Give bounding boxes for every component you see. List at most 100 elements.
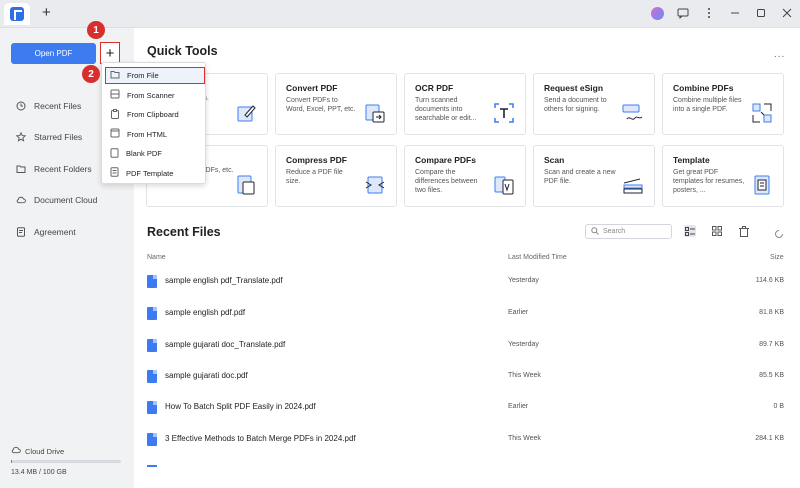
app-tab[interactable] xyxy=(4,3,30,25)
tool-card-scan[interactable]: Scan Scan and create a new PDF file. xyxy=(533,145,655,207)
avatar-icon[interactable] xyxy=(651,6,664,20)
file-name: sample gujarati doc.pdf xyxy=(165,371,248,380)
create-pdf-dropdown-menu: From File From Scanner From Clipboard Fr… xyxy=(101,62,206,184)
card-title: Compare PDFs xyxy=(415,155,476,165)
new-tab-button[interactable]: + xyxy=(42,5,51,21)
tool-card-request-esign[interactable]: Request eSign Send a document to others … xyxy=(533,73,655,135)
file-size: 284.1 KB xyxy=(755,435,784,442)
compress-icon xyxy=(364,174,386,196)
scanner-icon xyxy=(110,89,120,101)
folder-icon xyxy=(16,164,26,174)
pdf-file-icon xyxy=(147,339,157,352)
pdf-file-icon xyxy=(147,370,157,383)
menu-item-from-clipboard[interactable]: From Clipboard xyxy=(106,106,203,123)
maximize-icon[interactable] xyxy=(754,6,768,20)
tool-card-compress-pdf[interactable]: Compress PDF Reduce a PDF file size. xyxy=(275,145,397,207)
table-row[interactable]: sample gujarati doc_Translate.pdf Yester… xyxy=(147,336,787,356)
table-row[interactable]: 3 Effective Methods to Batch Merge PDFs … xyxy=(147,430,787,450)
grid-view-icon[interactable] xyxy=(711,225,723,237)
menu-item-from-html[interactable]: From HTML xyxy=(106,126,203,143)
table-row[interactable]: sample english pdf_Translate.pdf Yesterd… xyxy=(147,272,787,292)
html-icon xyxy=(110,128,120,140)
tool-card-ocr-pdf[interactable]: OCR PDF Turn scanned documents into sear… xyxy=(404,73,526,135)
file-modified-time: Earlier xyxy=(508,403,529,410)
storage-usage-text: 13.4 MB / 100 GB xyxy=(11,469,67,476)
search-input[interactable]: Search xyxy=(585,224,672,239)
file-name: 3 Effective Methods to Batch Merge PDFs … xyxy=(165,434,356,443)
tool-card-convert-pdf[interactable]: Convert PDF Convert PDFs to Word, Excel,… xyxy=(275,73,397,135)
file-size: 81.8 KB xyxy=(759,309,784,316)
pdf-file-icon xyxy=(147,433,157,446)
delete-icon[interactable] xyxy=(738,225,750,237)
file-name: sample gujarati doc_Translate.pdf xyxy=(165,340,286,349)
close-icon[interactable] xyxy=(780,6,794,20)
table-row[interactable]: How To Batch Split PDF Easily in 2024.pd… xyxy=(147,398,787,418)
step-badge-2: 2 xyxy=(82,65,100,83)
star-icon xyxy=(16,132,26,142)
tool-card-compare-pdfs[interactable]: Compare PDFs Compare the differences bet… xyxy=(404,145,526,207)
list-view-icon[interactable] xyxy=(684,225,696,237)
sidebar-item-label: Document Cloud xyxy=(34,195,98,206)
menu-item-from-scanner[interactable]: From Scanner xyxy=(106,87,203,104)
card-title: Scan xyxy=(544,155,565,165)
open-pdf-button[interactable]: Open PDF xyxy=(11,43,96,64)
chat-icon[interactable] xyxy=(676,6,690,20)
template-icon xyxy=(110,167,119,179)
column-header-time[interactable]: Last Modified Time xyxy=(508,254,567,261)
pdf-file-icon xyxy=(147,307,157,320)
sidebar-item-label: Recent Folders xyxy=(34,163,92,174)
menu-item-pdf-template[interactable]: PDF Template xyxy=(106,165,203,182)
table-row[interactable]: sample english pdf.pdf Earlier 81.8 KB xyxy=(147,304,787,324)
more-icon[interactable] xyxy=(702,6,716,20)
sidebar-item-label: Recent Files xyxy=(34,100,82,111)
menu-item-label: PDF Template xyxy=(126,168,174,178)
sidebar-item-agreement[interactable]: Agreement xyxy=(0,216,134,248)
refresh-icon[interactable] xyxy=(774,226,784,244)
clock-icon xyxy=(16,101,26,111)
card-title: Request eSign xyxy=(544,83,604,93)
cloud-drive[interactable]: Cloud Drive xyxy=(11,446,64,456)
column-header-size[interactable]: Size xyxy=(770,254,784,261)
sidebar-item-label: Starred Files xyxy=(34,132,83,143)
cloud-icon xyxy=(11,446,21,456)
file-modified-time: This Week xyxy=(508,435,541,442)
esign-icon xyxy=(622,102,644,124)
card-desc: Reduce a PDF file size. xyxy=(286,169,343,185)
quick-tools-title: Quick Tools xyxy=(147,44,218,58)
cloud-drive-label: Cloud Drive xyxy=(25,446,65,456)
minimize-icon[interactable] xyxy=(728,6,742,20)
menu-item-label: From File xyxy=(127,71,159,80)
tool-card-template[interactable]: Template Get great PDF templates for res… xyxy=(662,145,784,207)
file-name: sample english pdf_Translate.pdf xyxy=(165,276,283,285)
file-name: sample english pdf.pdf xyxy=(165,308,246,317)
table-row[interactable]: sample gujarati doc.pdf This Week 85.5 K… xyxy=(147,367,787,387)
menu-item-label: From HTML xyxy=(127,129,167,139)
card-title: Compress PDF xyxy=(286,155,347,165)
search-placeholder: Search xyxy=(603,228,626,235)
menu-item-label: From Scanner xyxy=(127,90,175,100)
file-size: 0 B xyxy=(773,403,784,410)
sidebar-item-document-cloud[interactable]: Document Cloud xyxy=(0,185,134,217)
quick-tools-more-button[interactable]: ... xyxy=(774,49,785,60)
card-desc: Convert PDFs to Word, Excel, PPT, etc. xyxy=(286,97,356,113)
pdf-file-icon xyxy=(147,401,157,414)
combine-icon xyxy=(751,102,773,124)
agreement-icon xyxy=(16,227,26,237)
card-desc: Compare the differences between two file… xyxy=(415,169,478,194)
storage-progress-fill xyxy=(11,460,13,463)
pdf-file-icon xyxy=(147,275,157,288)
column-header-name[interactable]: Name xyxy=(147,254,166,261)
tool-card-combine-pdfs[interactable]: Combine PDFs Combine multiple files into… xyxy=(662,73,784,135)
recent-files-title: Recent Files xyxy=(147,225,221,239)
menu-item-blank-pdf[interactable]: Blank PDF xyxy=(106,145,203,162)
file-size: 85.5 KB xyxy=(759,372,784,379)
card-desc: Scan and create a new PDF file. xyxy=(544,169,616,185)
card-title: Template xyxy=(673,155,710,165)
title-bar: + xyxy=(0,0,800,28)
file-modified-time: Earlier xyxy=(508,309,529,316)
create-pdf-plus-button[interactable]: + xyxy=(100,42,120,64)
file-modified-time: Yesterday xyxy=(508,341,539,348)
menu-item-from-file[interactable]: From File xyxy=(105,67,205,84)
step-badge-1: 1 xyxy=(87,21,105,39)
file-modified-time: This Week xyxy=(508,372,541,379)
